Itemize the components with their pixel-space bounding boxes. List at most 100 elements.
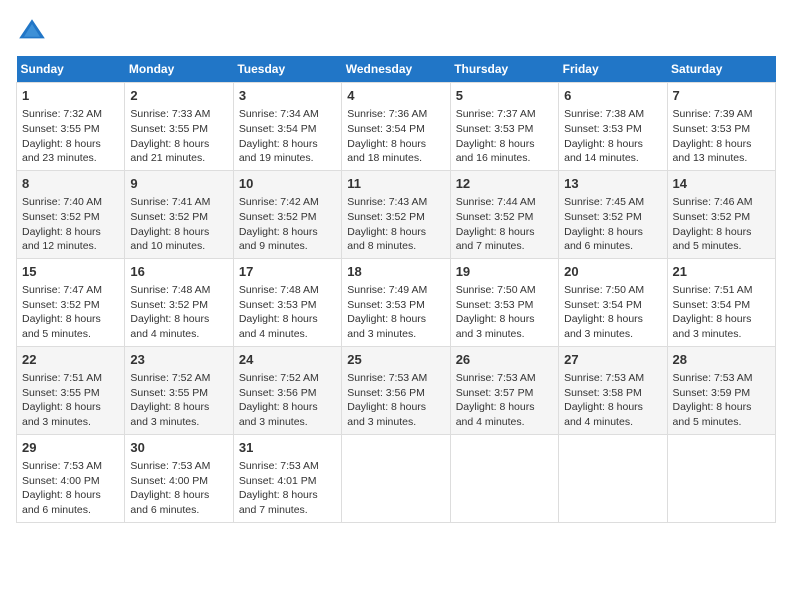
day-info: Sunrise: 7:46 AM Sunset: 3:52 PM Dayligh… xyxy=(673,195,770,254)
day-info: Sunrise: 7:53 AM Sunset: 3:58 PM Dayligh… xyxy=(564,371,661,430)
calendar-cell: 17Sunrise: 7:48 AM Sunset: 3:53 PM Dayli… xyxy=(233,258,341,346)
day-number: 22 xyxy=(22,351,119,369)
calendar-cell: 4 Sunrise: 7:36 AM Sunset: 3:54 PM Daylig… xyxy=(342,83,450,171)
calendar-cell xyxy=(450,434,558,522)
calendar-cell: 13 Sunrise: 7:45 AM Sunset: 3:52 PM Dayli… xyxy=(559,170,667,258)
day-info: Sunrise: 7:51 AM Sunset: 3:54 PM Dayligh… xyxy=(673,283,770,342)
calendar-body: 1 Sunrise: 7:32 AM Sunset: 3:55 PM Daylig… xyxy=(17,83,776,523)
day-number: 18 xyxy=(347,263,444,281)
day-info: Sunrise: 7:48 AM Sunset: 3:53 PM Dayligh… xyxy=(239,283,336,342)
calendar-cell: 24 Sunrise: 7:52 AM Sunset: 3:56 PM Dayli… xyxy=(233,346,341,434)
calendar-table: SundayMondayTuesdayWednesdayThursdayFrid… xyxy=(16,56,776,523)
calendar-week-row: 22 Sunrise: 7:51 AM Sunset: 3:55 PM Dayli… xyxy=(17,346,776,434)
calendar-cell: 25 Sunrise: 7:53 AM Sunset: 3:56 PM Dayli… xyxy=(342,346,450,434)
day-info: Sunrise: 7:52 AM Sunset: 3:55 PM Dayligh… xyxy=(130,371,227,430)
day-number: 2 xyxy=(130,87,227,105)
calendar-cell: 11 Sunrise: 7:43 AM Sunset: 3:52 PM Dayli… xyxy=(342,170,450,258)
calendar-header-sunday: Sunday xyxy=(17,56,125,83)
day-info: Sunrise: 7:37 AM Sunset: 3:53 PM Dayligh… xyxy=(456,107,553,166)
calendar-header-row: SundayMondayTuesdayWednesdayThursdayFrid… xyxy=(17,56,776,83)
calendar-week-row: 1 Sunrise: 7:32 AM Sunset: 3:55 PM Daylig… xyxy=(17,83,776,171)
day-number: 24 xyxy=(239,351,336,369)
day-number: 15 xyxy=(22,263,119,281)
day-number: 25 xyxy=(347,351,444,369)
day-number: 30 xyxy=(130,439,227,457)
day-info: Sunrise: 7:47 AM Sunset: 3:52 PM Dayligh… xyxy=(22,283,119,342)
calendar-cell: 6 Sunrise: 7:38 AM Sunset: 3:53 PM Daylig… xyxy=(559,83,667,171)
calendar-header-wednesday: Wednesday xyxy=(342,56,450,83)
calendar-header-saturday: Saturday xyxy=(667,56,775,83)
calendar-cell: 12 Sunrise: 7:44 AM Sunset: 3:52 PM Dayli… xyxy=(450,170,558,258)
day-number: 26 xyxy=(456,351,553,369)
calendar-cell: 5 Sunrise: 7:37 AM Sunset: 3:53 PM Daylig… xyxy=(450,83,558,171)
calendar-cell: 26 Sunrise: 7:53 AM Sunset: 3:57 PM Dayli… xyxy=(450,346,558,434)
day-info: Sunrise: 7:50 AM Sunset: 3:53 PM Dayligh… xyxy=(456,283,553,342)
day-info: Sunrise: 7:39 AM Sunset: 3:53 PM Dayligh… xyxy=(673,107,770,166)
day-info: Sunrise: 7:49 AM Sunset: 3:53 PM Dayligh… xyxy=(347,283,444,342)
day-info: Sunrise: 7:38 AM Sunset: 3:53 PM Dayligh… xyxy=(564,107,661,166)
calendar-cell xyxy=(667,434,775,522)
day-info: Sunrise: 7:45 AM Sunset: 3:52 PM Dayligh… xyxy=(564,195,661,254)
calendar-header-monday: Monday xyxy=(125,56,233,83)
calendar-cell: 31Sunrise: 7:53 AM Sunset: 4:01 PM Dayli… xyxy=(233,434,341,522)
day-info: Sunrise: 7:53 AM Sunset: 3:59 PM Dayligh… xyxy=(673,371,770,430)
day-number: 5 xyxy=(456,87,553,105)
calendar-header-thursday: Thursday xyxy=(450,56,558,83)
day-info: Sunrise: 7:53 AM Sunset: 4:00 PM Dayligh… xyxy=(22,459,119,518)
calendar-cell: 15 Sunrise: 7:47 AM Sunset: 3:52 PM Dayli… xyxy=(17,258,125,346)
calendar-cell: 28Sunrise: 7:53 AM Sunset: 3:59 PM Dayli… xyxy=(667,346,775,434)
calendar-cell: 30 Sunrise: 7:53 AM Sunset: 4:00 PM Dayli… xyxy=(125,434,233,522)
day-number: 14 xyxy=(673,175,770,193)
page-header xyxy=(16,16,776,48)
day-info: Sunrise: 7:32 AM Sunset: 3:55 PM Dayligh… xyxy=(22,107,119,166)
day-info: Sunrise: 7:44 AM Sunset: 3:52 PM Dayligh… xyxy=(456,195,553,254)
day-number: 7 xyxy=(673,87,770,105)
day-info: Sunrise: 7:40 AM Sunset: 3:52 PM Dayligh… xyxy=(22,195,119,254)
day-info: Sunrise: 7:53 AM Sunset: 4:00 PM Dayligh… xyxy=(130,459,227,518)
calendar-cell: 29 Sunrise: 7:53 AM Sunset: 4:00 PM Dayli… xyxy=(17,434,125,522)
day-number: 1 xyxy=(22,87,119,105)
calendar-cell: 8 Sunrise: 7:40 AM Sunset: 3:52 PM Daylig… xyxy=(17,170,125,258)
day-number: 13 xyxy=(564,175,661,193)
day-info: Sunrise: 7:41 AM Sunset: 3:52 PM Dayligh… xyxy=(130,195,227,254)
day-number: 21 xyxy=(673,263,770,281)
day-info: Sunrise: 7:33 AM Sunset: 3:55 PM Dayligh… xyxy=(130,107,227,166)
calendar-cell: 2 Sunrise: 7:33 AM Sunset: 3:55 PM Daylig… xyxy=(125,83,233,171)
day-number: 20 xyxy=(564,263,661,281)
day-info: Sunrise: 7:53 AM Sunset: 3:56 PM Dayligh… xyxy=(347,371,444,430)
calendar-cell: 27 Sunrise: 7:53 AM Sunset: 3:58 PM Dayli… xyxy=(559,346,667,434)
day-info: Sunrise: 7:36 AM Sunset: 3:54 PM Dayligh… xyxy=(347,107,444,166)
calendar-cell: 22 Sunrise: 7:51 AM Sunset: 3:55 PM Dayli… xyxy=(17,346,125,434)
day-info: Sunrise: 7:48 AM Sunset: 3:52 PM Dayligh… xyxy=(130,283,227,342)
calendar-cell: 9Sunrise: 7:41 AM Sunset: 3:52 PM Daylig… xyxy=(125,170,233,258)
day-number: 11 xyxy=(347,175,444,193)
calendar-cell: 23 Sunrise: 7:52 AM Sunset: 3:55 PM Dayli… xyxy=(125,346,233,434)
day-info: Sunrise: 7:52 AM Sunset: 3:56 PM Dayligh… xyxy=(239,371,336,430)
day-info: Sunrise: 7:50 AM Sunset: 3:54 PM Dayligh… xyxy=(564,283,661,342)
day-info: Sunrise: 7:42 AM Sunset: 3:52 PM Dayligh… xyxy=(239,195,336,254)
calendar-week-row: 15 Sunrise: 7:47 AM Sunset: 3:52 PM Dayli… xyxy=(17,258,776,346)
calendar-header-tuesday: Tuesday xyxy=(233,56,341,83)
day-number: 19 xyxy=(456,263,553,281)
calendar-header-friday: Friday xyxy=(559,56,667,83)
day-number: 3 xyxy=(239,87,336,105)
day-number: 10 xyxy=(239,175,336,193)
calendar-cell: 10 Sunrise: 7:42 AM Sunset: 3:52 PM Dayli… xyxy=(233,170,341,258)
day-number: 31 xyxy=(239,439,336,457)
day-number: 12 xyxy=(456,175,553,193)
calendar-week-row: 8 Sunrise: 7:40 AM Sunset: 3:52 PM Daylig… xyxy=(17,170,776,258)
day-info: Sunrise: 7:53 AM Sunset: 3:57 PM Dayligh… xyxy=(456,371,553,430)
day-info: Sunrise: 7:43 AM Sunset: 3:52 PM Dayligh… xyxy=(347,195,444,254)
day-number: 6 xyxy=(564,87,661,105)
day-number: 23 xyxy=(130,351,227,369)
day-number: 4 xyxy=(347,87,444,105)
calendar-cell: 21 Sunrise: 7:51 AM Sunset: 3:54 PM Dayli… xyxy=(667,258,775,346)
day-info: Sunrise: 7:51 AM Sunset: 3:55 PM Dayligh… xyxy=(22,371,119,430)
day-info: Sunrise: 7:34 AM Sunset: 3:54 PM Dayligh… xyxy=(239,107,336,166)
day-number: 8 xyxy=(22,175,119,193)
calendar-cell: 20 Sunrise: 7:50 AM Sunset: 3:54 PM Dayli… xyxy=(559,258,667,346)
day-number: 27 xyxy=(564,351,661,369)
day-number: 16 xyxy=(130,263,227,281)
day-number: 29 xyxy=(22,439,119,457)
logo-icon xyxy=(16,16,48,48)
